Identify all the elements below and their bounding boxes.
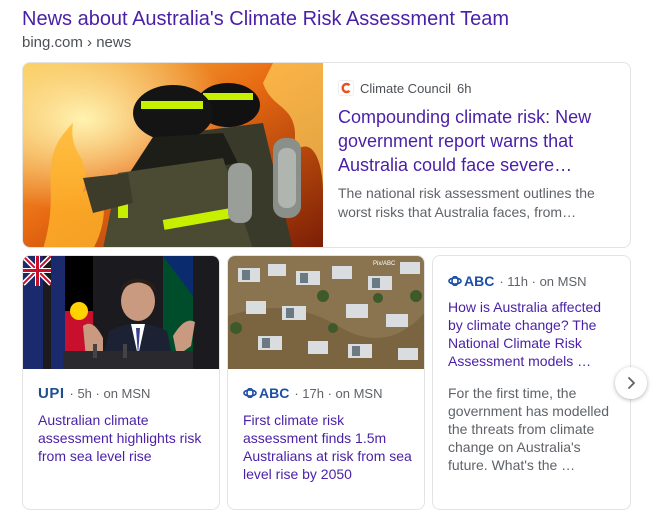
featured-title[interactable]: Compounding climate risk: New government… — [338, 105, 616, 177]
news-card-image[interactable]: Pix/ABC — [228, 256, 424, 369]
abc-logo: ABC — [243, 385, 289, 401]
news-card-abc-2[interactable]: ABC · 11h · on MSN How is Australia affe… — [432, 255, 631, 510]
carousel-next-button[interactable] — [615, 367, 647, 399]
abc-logo-icon — [448, 276, 462, 286]
featured-source-name: Climate Council — [360, 80, 452, 96]
featured-snippet: The national risk assessment outlines th… — [338, 185, 595, 220]
svg-text:Pix/ABC: Pix/ABC — [373, 261, 396, 267]
news-card-meta: ABC · 11h · on MSN — [448, 273, 587, 289]
news-card-time: · 17h · on MSN — [294, 385, 383, 401]
abc-logo-icon — [243, 388, 257, 398]
abc-logo: ABC — [448, 273, 494, 289]
climate-council-logo-icon — [338, 80, 354, 96]
news-card-title[interactable]: How is Australia affected by climate cha… — [448, 298, 618, 370]
chevron-right-icon — [628, 377, 635, 389]
featured-image[interactable] — [23, 63, 323, 247]
news-card-time: · 5h · on MSN — [69, 386, 151, 401]
featured-news-card[interactable]: Climate Council 6h Compounding climate r… — [22, 62, 631, 248]
featured-source-row: Climate Council 6h — [338, 80, 616, 96]
news-card-meta: ABC · 17h · on MSN — [243, 385, 383, 401]
upi-logo: UPI — [38, 385, 65, 402]
section-heading[interactable]: News about Australia's Climate Risk Asse… — [22, 8, 509, 31]
news-card-time: · 11h · on MSN — [499, 273, 587, 289]
news-card-title[interactable]: Australian climate assessment highlights… — [38, 411, 209, 465]
news-card-upi[interactable]: UPI · 5h · on MSN Australian climate ass… — [22, 255, 220, 510]
news-card-abc-1[interactable]: Pix/ABC ABC · 17h · on MSN First climate… — [227, 255, 425, 510]
featured-age: 6h — [457, 80, 472, 96]
news-card-snippet: For the first time, the government has m… — [448, 385, 610, 473]
source-breadcrumb: bing.com › news — [22, 34, 132, 51]
news-card-meta: UPI · 5h · on MSN — [38, 385, 150, 402]
news-card-title[interactable]: First climate risk assessment finds 1.5m… — [243, 411, 414, 483]
news-card-image[interactable] — [23, 256, 219, 369]
abc-logo-text: ABC — [464, 273, 495, 289]
abc-logo-text: ABC — [259, 385, 290, 401]
